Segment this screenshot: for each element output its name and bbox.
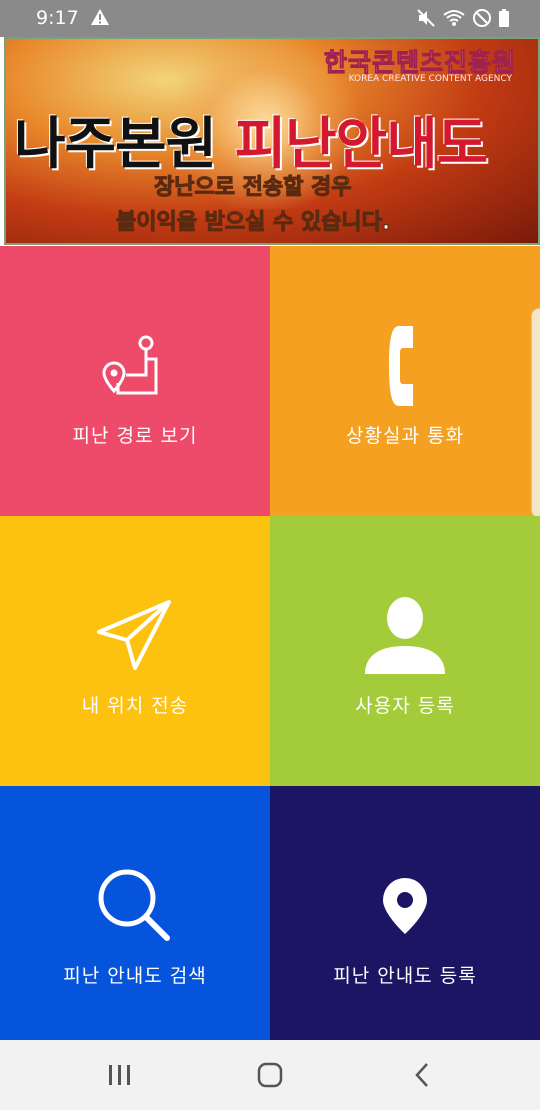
banner-title: 나주본원 피난안내도: [14, 99, 489, 180]
edge-panel-handle[interactable]: [531, 308, 540, 518]
back-button[interactable]: [402, 1060, 442, 1090]
banner-warning-line1: 장난으로 전송할 경우: [153, 175, 352, 201]
evacuation-banner: 한국콘텐츠진흥원 KOREA CREATIVE CONTENT AGENCY 나…: [4, 37, 540, 245]
evacuation-route-label: 피난 경로 보기: [72, 425, 198, 447]
call-control-room-button[interactable]: 상황실과 통화: [270, 246, 540, 516]
status-icons: [416, 8, 510, 32]
battery-icon: [498, 8, 510, 32]
banner-organization-en: KOREA CREATIVE CONTENT AGENCY: [348, 74, 512, 84]
wifi-icon: [442, 8, 466, 32]
register-user-button[interactable]: 사용자 등록: [270, 516, 540, 786]
status-time: 9:17: [36, 7, 79, 29]
mute-icon: [416, 8, 436, 32]
evacuation-route-button[interactable]: 피난 경로 보기: [0, 246, 270, 516]
back-icon: [415, 1063, 428, 1087]
search-map-label: 피난 안내도 검색: [63, 965, 207, 987]
register-map-button[interactable]: 피난 안내도 등록: [270, 786, 540, 1056]
register-user-label: 사용자 등록: [355, 695, 455, 717]
recent-apps-icon: [109, 1065, 130, 1085]
warning-icon: [90, 8, 110, 30]
search-map-button[interactable]: 피난 안내도 검색: [0, 786, 270, 1056]
banner-warning-line2: 불이익을 받으실 수 있습니다.: [115, 210, 391, 236]
send-icon: [0, 586, 270, 686]
navigation-bar: [0, 1040, 540, 1110]
banner-title-map: 피난안내도: [234, 112, 489, 177]
route-icon: [0, 316, 270, 416]
do-not-disturb-icon: [472, 8, 492, 32]
call-control-room-label: 상황실과 통화: [346, 425, 464, 447]
send-location-button[interactable]: 내 위치 전송: [0, 516, 270, 786]
location-pin-icon: [270, 856, 540, 956]
phone-icon: [270, 316, 540, 416]
home-button[interactable]: [250, 1060, 290, 1090]
home-icon: [257, 1062, 283, 1088]
banner-title-site: 나주본원: [14, 112, 217, 177]
user-icon: [270, 586, 540, 686]
send-location-label: 내 위치 전송: [81, 695, 189, 717]
search-icon: [0, 856, 270, 956]
recent-apps-button[interactable]: [100, 1060, 140, 1090]
register-map-label: 피난 안내도 등록: [333, 965, 477, 987]
status-bar: 9:17: [0, 0, 540, 37]
